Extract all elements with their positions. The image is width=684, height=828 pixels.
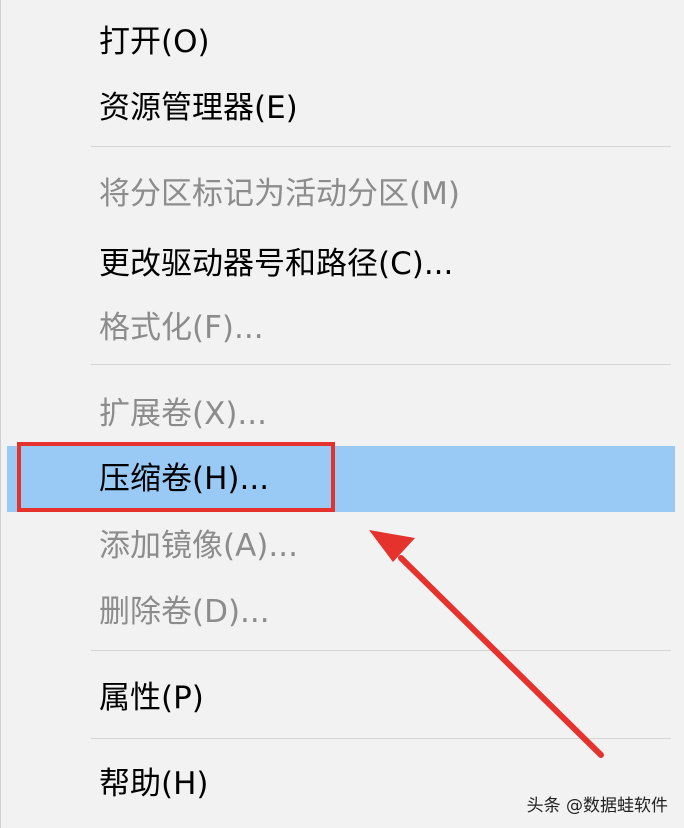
context-menu: 打开(O) 资源管理器(E) 将分区标记为活动分区(M) 更改驱动器号和路径(C…	[0, 0, 684, 828]
annotation-arrow-icon	[369, 530, 604, 758]
watermark: 头条 @数据蛙软件	[526, 796, 668, 816]
